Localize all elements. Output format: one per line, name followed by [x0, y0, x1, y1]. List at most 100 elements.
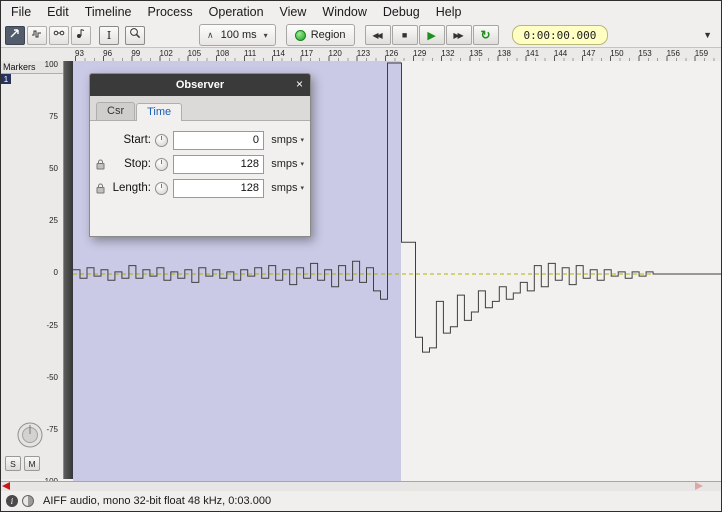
zoom-tool-button[interactable] [125, 26, 145, 45]
file-info-text: AIFF audio, mono 32-bit float 48 kHz, 0:… [43, 495, 271, 507]
menu-edit[interactable]: Edit [39, 3, 77, 21]
solo-mute-group: S M [5, 456, 40, 471]
caret-icon: ∧ [207, 30, 214, 41]
menu-debug[interactable]: Debug [375, 3, 428, 21]
solo-button[interactable]: S [5, 456, 21, 471]
chevron-down-icon: ▾ [300, 160, 304, 168]
menu-view[interactable]: View [272, 3, 315, 21]
menu-help[interactable]: Help [428, 3, 470, 21]
chevron-down-icon: ▾ [300, 184, 304, 192]
stretch-tool-button[interactable] [49, 26, 69, 45]
region-button[interactable]: Region [286, 24, 355, 46]
step-wave-icon [31, 26, 43, 44]
observer-row-length: Length: 128smps▾ [94, 176, 304, 200]
amplitude-label: 75 [49, 112, 58, 122]
field-label: Stop: [107, 158, 151, 170]
region-label: Region [311, 29, 346, 41]
magnifier-icon [129, 26, 141, 44]
unit-label: smps [271, 158, 297, 170]
play-button[interactable]: ▶ [419, 25, 445, 45]
unit-select[interactable]: smps▾ [264, 182, 304, 194]
mute-button[interactable]: M [24, 456, 40, 471]
menu-operation[interactable]: Operation [201, 3, 272, 21]
spinner-dial-icon[interactable] [155, 182, 168, 195]
gain-knob[interactable] [16, 421, 44, 454]
ruler-label: 150 [610, 49, 623, 58]
select-tool-button[interactable] [5, 26, 25, 45]
markers-panel: Markers 1 1007550250-25-50-75-100 S M [1, 61, 63, 479]
left-bound-marker-icon[interactable] [2, 482, 10, 490]
stop-button[interactable]: ■ [392, 25, 418, 45]
ruler-label: 138 [498, 49, 511, 58]
ruler-label: 126 [385, 49, 398, 58]
info-icon: i [6, 495, 18, 507]
amplitude-label: -75 [46, 425, 58, 435]
menu-window[interactable]: Window [314, 3, 374, 21]
field-label: Start: [107, 134, 151, 146]
ruler-label: 123 [357, 49, 370, 58]
ibeam-icon: I [107, 30, 111, 41]
time-display: 0:00:00.000 [512, 25, 609, 45]
chevron-down-icon: ▾ [264, 31, 268, 40]
ruler-label: 93 [75, 49, 84, 58]
lock-icon[interactable] [94, 159, 107, 170]
waveform-area[interactable]: Observer × Csr Time Start:0smps▾Stop:128… [73, 61, 722, 481]
observer-dialog: Observer × Csr Time Start:0smps▾Stop:128… [89, 73, 311, 237]
observer-row-start: Start: 0smps▾ [94, 128, 304, 152]
amplitude-label: -50 [46, 373, 58, 383]
toolbar-overflow-arrow-icon[interactable]: ▼ [703, 30, 717, 40]
select-arrow-icon [9, 26, 21, 44]
ruler-label: 120 [329, 49, 342, 58]
rewind-button[interactable]: ◀◀ [365, 25, 391, 45]
start-input[interactable]: 0 [173, 131, 264, 150]
amplitude-label: 25 [49, 216, 58, 226]
fast-forward-icon: ▶▶ [453, 31, 463, 40]
menu-process[interactable]: Process [139, 3, 200, 21]
vertical-scrollbar[interactable] [63, 61, 73, 479]
ruler-label: 108 [216, 49, 229, 58]
length-input[interactable]: 128 [173, 179, 264, 198]
ruler-label: 147 [582, 49, 595, 58]
close-icon[interactable]: × [296, 77, 303, 91]
field-label: Length: [107, 182, 151, 194]
loop-icon: ↻ [481, 28, 491, 42]
observer-title: Observer [176, 79, 224, 91]
draw-tool-button[interactable] [27, 26, 47, 45]
unit-select[interactable]: smps▾ [264, 158, 304, 170]
ruler-label: 102 [160, 49, 173, 58]
amplitude-label: -25 [46, 321, 58, 331]
zoom-duration-value: 100 ms [221, 29, 257, 41]
timeline-ruler[interactable]: 9396991021051081111141171201231261291321… [1, 48, 721, 62]
spinner-dial-icon[interactable] [155, 158, 168, 171]
spinner-dial-icon[interactable] [155, 134, 168, 147]
right-bound-marker-icon[interactable] [695, 482, 703, 490]
tab-time[interactable]: Time [136, 103, 182, 121]
menu-timeline[interactable]: Timeline [77, 3, 140, 21]
note-tool-button[interactable] [71, 26, 91, 45]
lock-icon[interactable] [94, 183, 107, 194]
tab-csr[interactable]: Csr [96, 102, 135, 120]
ruler-label: 153 [638, 49, 651, 58]
zoom-duration-select[interactable]: ∧ 100 ms ▾ [199, 24, 276, 46]
ruler-label: 111 [244, 49, 256, 58]
fast-forward-button[interactable]: ▶▶ [446, 25, 472, 45]
stop-icon: ■ [402, 30, 407, 40]
loop-button[interactable]: ↻ [473, 25, 499, 45]
note-icon [75, 26, 87, 44]
unit-select[interactable]: smps▾ [264, 134, 304, 146]
observer-row-stop: Stop:128smps▾ [94, 152, 304, 176]
ruler-label: 129 [413, 49, 426, 58]
menu-file[interactable]: File [3, 3, 39, 21]
marker-chip[interactable]: 1 [1, 74, 11, 84]
ruler-label: 132 [441, 49, 454, 58]
stop-input[interactable]: 128 [173, 155, 264, 174]
observer-tabs: Csr Time [90, 96, 310, 121]
menu-bar: FileEditTimelineProcessOperationViewWind… [1, 1, 721, 24]
stretch-icon [53, 26, 65, 44]
audio-editor-window: FileEditTimelineProcessOperationViewWind… [0, 0, 722, 512]
unit-label: smps [271, 134, 297, 146]
ibeam-cursor-button[interactable]: I [99, 26, 119, 45]
region-dot-icon [295, 30, 306, 41]
amplitude-label: 100 [45, 60, 58, 70]
observer-titlebar[interactable]: Observer × [90, 74, 310, 96]
